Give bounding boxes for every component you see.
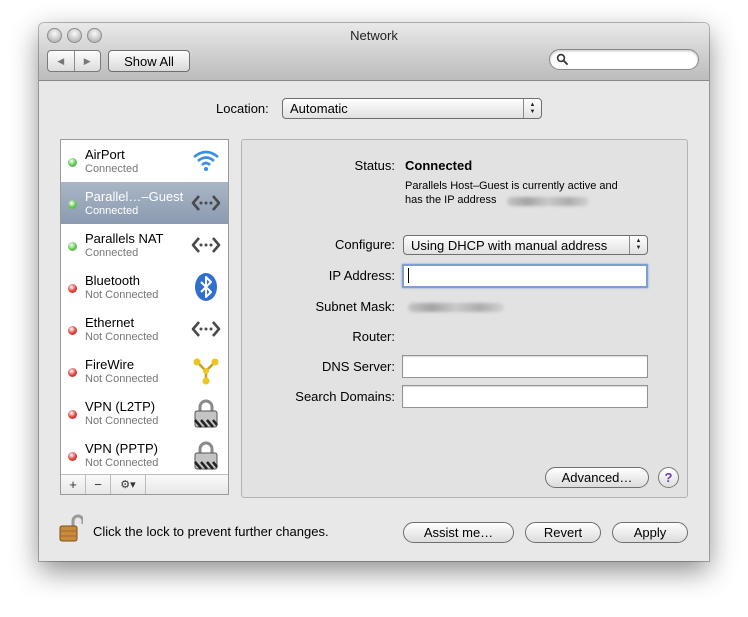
ip-address-field[interactable]: [402, 264, 648, 288]
search-domains-label: Search Domains:: [295, 389, 395, 404]
configure-value: Using DHCP with manual address: [411, 238, 608, 253]
back-arrow-icon: ◀: [57, 55, 65, 66]
window-title: Network: [350, 28, 398, 43]
status-indicator-icon: [68, 368, 77, 377]
apply-button[interactable]: Apply: [612, 522, 688, 543]
status-indicator-icon: [68, 452, 77, 461]
status-indicator-icon: [68, 242, 77, 251]
search-icon: [556, 53, 568, 65]
service-item[interactable]: Parallel…–Guest Connected: [61, 182, 228, 224]
service-name: VPN (L2TP): [85, 399, 156, 414]
service-item[interactable]: VPN (L2TP) Not Connected: [61, 392, 228, 434]
text-cursor: [408, 268, 409, 283]
ethernet-icon: [191, 230, 221, 260]
service-item[interactable]: VPN (PPTP) Not Connected: [61, 434, 228, 476]
popup-arrows-icon: ▲ ▼: [629, 236, 647, 254]
service-list: AirPort Connected Parallel…–Guest Connected…: [60, 139, 229, 495]
add-service-button[interactable]: +: [61, 475, 86, 494]
service-status: Not Connected: [85, 331, 159, 343]
vpn-lock-icon: [191, 440, 221, 470]
dns-server-field[interactable]: [402, 355, 648, 378]
ethernet-icon: [191, 314, 221, 344]
service-item[interactable]: FireWire Not Connected: [61, 350, 228, 392]
popup-arrows-icon: ▲ ▼: [523, 99, 541, 118]
ip-address-label: IP Address:: [328, 268, 395, 283]
service-name: Parallels NAT: [85, 231, 164, 246]
redacted-ip-address: [507, 197, 589, 206]
service-item[interactable]: Parallels NAT Connected: [61, 224, 228, 266]
firewire-icon: [191, 356, 221, 386]
status-description-line2: has the IP address: [405, 194, 497, 206]
ethernet-icon: [191, 188, 221, 218]
forward-arrow-icon: ▶: [83, 55, 91, 66]
action-menu-button[interactable]: ⚙▾: [111, 475, 146, 494]
configure-label: Configure:: [335, 237, 395, 252]
search-field[interactable]: [549, 49, 699, 70]
bluetooth-icon: [191, 272, 221, 302]
redacted-subnet-mask: [408, 303, 504, 312]
service-status: Not Connected: [85, 415, 159, 427]
dns-server-label: DNS Server:: [322, 359, 395, 374]
service-name: Ethernet: [85, 315, 135, 330]
status-description-line1: Parallels Host–Guest is currently active…: [405, 180, 618, 192]
advanced-button[interactable]: Advanced…: [545, 467, 649, 488]
help-button[interactable]: ?: [658, 467, 679, 488]
service-name: AirPort: [85, 147, 125, 162]
back-forward-control: ◀ ▶: [47, 50, 101, 72]
status-value: Connected: [405, 158, 473, 173]
service-name: Parallel…–Guest: [85, 189, 184, 204]
service-status: Connected: [85, 247, 139, 259]
router-label: Router:: [352, 329, 395, 344]
title-bar: Network ◀ ▶ Show All: [39, 23, 709, 81]
forward-button[interactable]: ▶: [73, 51, 101, 71]
subnet-mask-label: Subnet Mask:: [315, 299, 396, 314]
service-status: Connected: [85, 205, 139, 217]
revert-button[interactable]: Revert: [525, 522, 601, 543]
back-button[interactable]: ◀: [48, 51, 74, 71]
vpn-lock-icon: [191, 398, 221, 428]
location-value: Automatic: [290, 101, 348, 116]
service-status: Not Connected: [85, 289, 159, 301]
service-name: FireWire: [85, 357, 135, 372]
service-name: Bluetooth: [85, 273, 140, 288]
wifi-icon: [191, 146, 221, 176]
remove-service-button[interactable]: −: [86, 475, 111, 494]
service-list-toolbar: + − ⚙▾: [61, 474, 228, 494]
service-name: VPN (PPTP): [85, 441, 158, 456]
status-indicator-icon: [68, 284, 77, 293]
lock-message: Click the lock to prevent further change…: [93, 524, 329, 539]
show-all-button[interactable]: Show All: [108, 50, 190, 72]
status-indicator-icon: [68, 158, 77, 167]
service-status: Not Connected: [85, 373, 159, 385]
location-label: Location:: [216, 101, 269, 116]
service-status: Not Connected: [85, 457, 159, 469]
configure-popup[interactable]: Using DHCP with manual address ▲ ▼: [403, 235, 648, 255]
lock-icon[interactable]: [59, 513, 83, 543]
status-indicator-icon: [68, 410, 77, 419]
service-status: Connected: [85, 163, 139, 175]
search-domains-field[interactable]: [402, 385, 648, 408]
service-item[interactable]: Ethernet Not Connected: [61, 308, 228, 350]
location-popup[interactable]: Automatic ▲ ▼: [282, 98, 542, 119]
status-label: Status:: [354, 158, 395, 173]
service-details-panel: [241, 139, 688, 498]
network-preferences-window: Network ◀ ▶ Show All Location: Automatic…: [39, 23, 709, 561]
status-indicator-icon: [68, 200, 77, 209]
assist-me-button[interactable]: Assist me…: [403, 522, 514, 543]
service-item[interactable]: Bluetooth Not Connected: [61, 266, 228, 308]
service-item[interactable]: AirPort Connected: [61, 140, 228, 182]
status-indicator-icon: [68, 326, 77, 335]
